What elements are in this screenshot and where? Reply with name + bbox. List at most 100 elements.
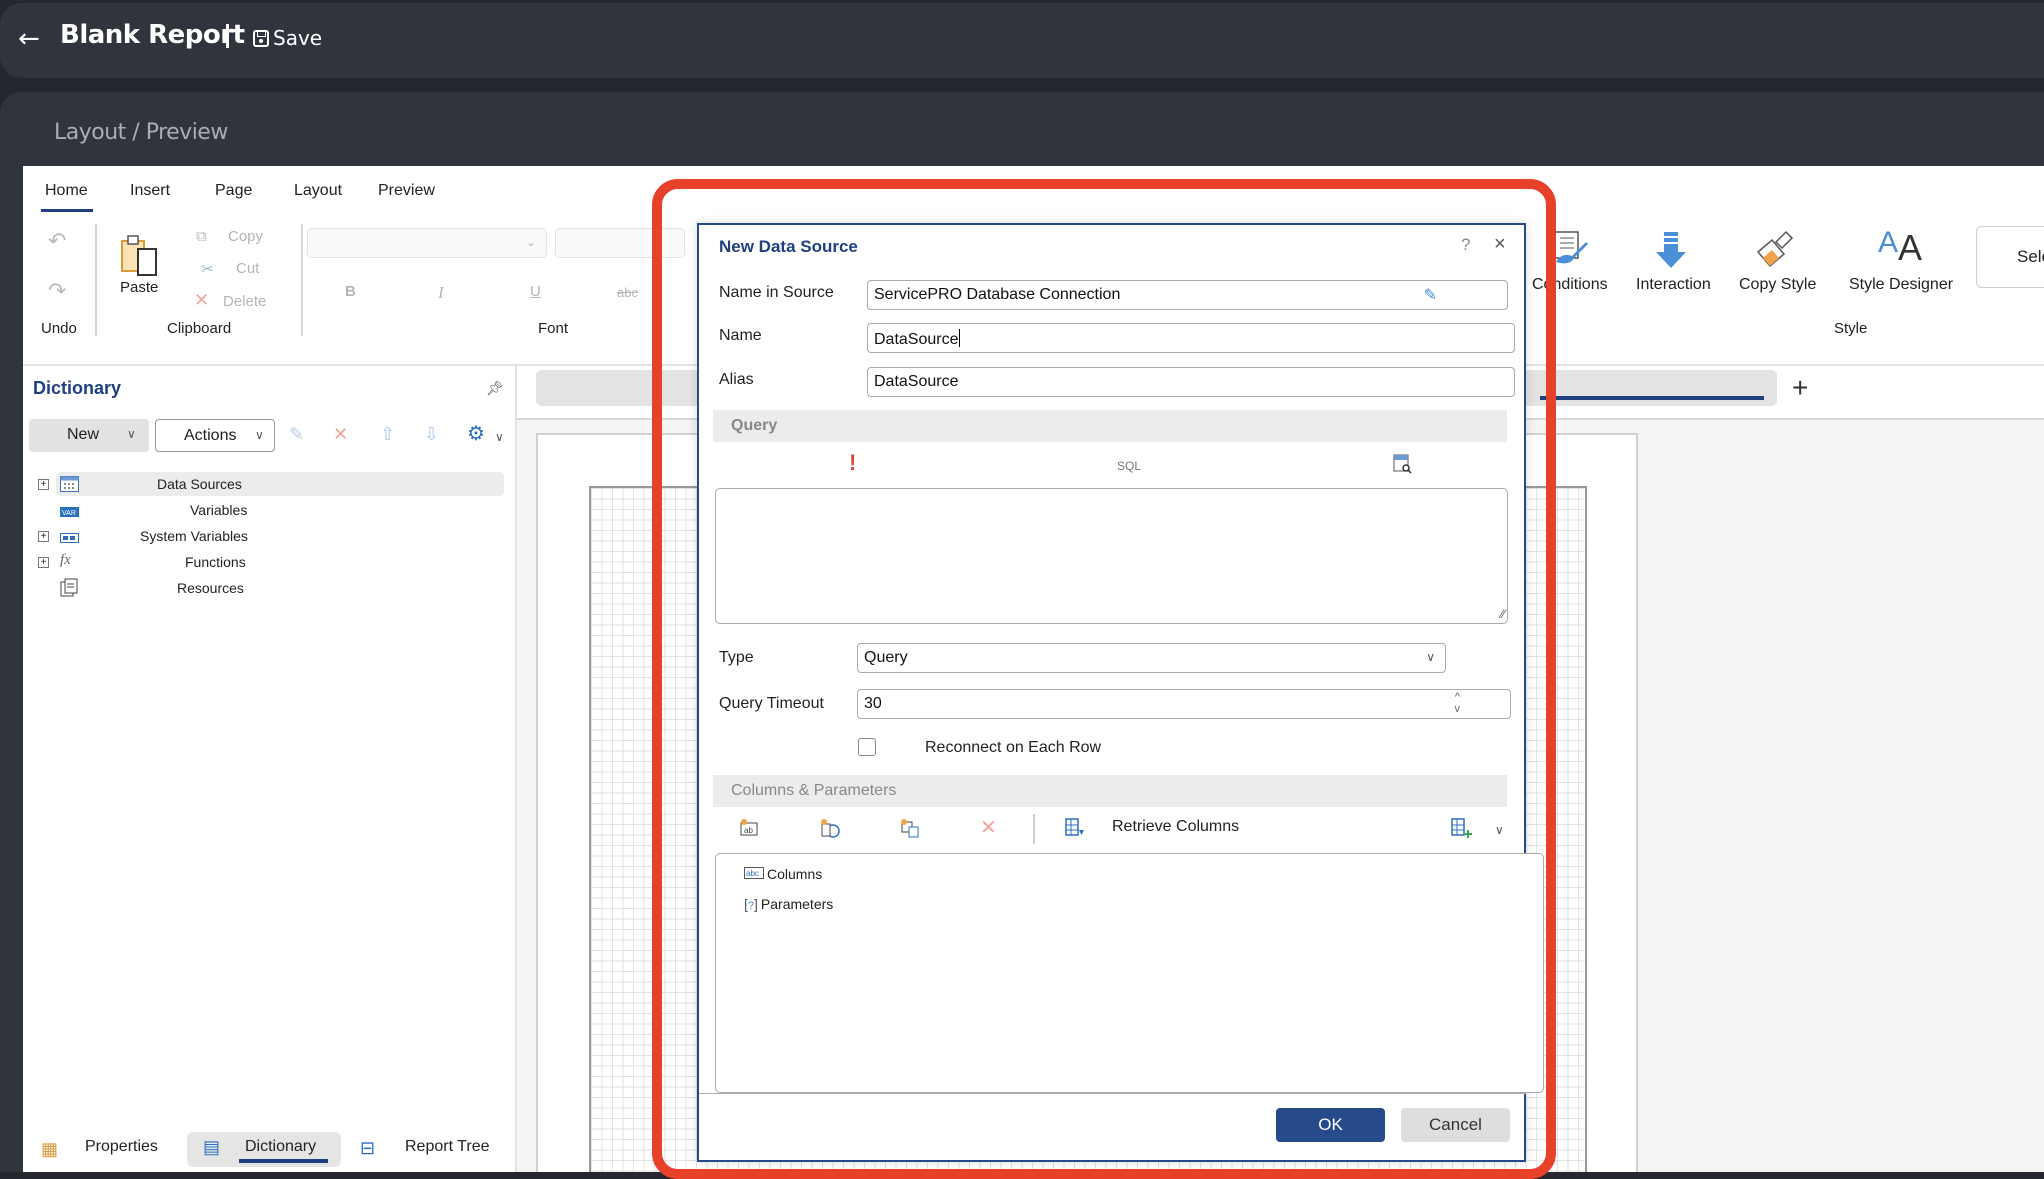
undo-icon[interactable]: ↶ (48, 228, 66, 254)
tab-page[interactable]: Page (215, 182, 252, 200)
paste-button[interactable]: Paste (120, 279, 158, 296)
chevron-down-icon: ∨ (255, 428, 264, 442)
underline-button[interactable]: U (530, 283, 541, 300)
save-button[interactable]: Save (253, 26, 322, 50)
chevron-down-icon[interactable]: ∨ (1495, 823, 1504, 837)
settings-gear-icon[interactable]: ⚙ (467, 421, 485, 446)
redo-icon[interactable]: ↷ (48, 278, 66, 304)
columns-label: Columns (767, 866, 823, 882)
expand-icon[interactable]: + (38, 479, 49, 490)
cancel-button[interactable]: Cancel (1401, 1108, 1510, 1142)
conditions-icon (1550, 228, 1590, 268)
tab-insert[interactable]: Insert (130, 182, 170, 200)
select-button[interactable]: Sele (1976, 226, 2044, 288)
font-family-select[interactable]: ⌄ (307, 228, 547, 258)
delete-icon[interactable]: ✕ (333, 424, 348, 445)
dialog-footer-divider (699, 1093, 1526, 1094)
style-designer-icon: AA (1878, 226, 1923, 268)
italic-button[interactable]: I (438, 283, 444, 303)
bold-button[interactable]: B (345, 283, 356, 300)
bottom-tab-properties[interactable]: Properties (85, 1138, 158, 1156)
bottom-tab-report-tree[interactable]: Report Tree (405, 1138, 489, 1156)
reconnect-checkbox[interactable] (858, 738, 876, 756)
font-group-label: Font (538, 320, 569, 337)
copy-style-button[interactable]: Copy Style (1739, 276, 1816, 294)
tab-layout[interactable]: Layout (294, 182, 342, 200)
interaction-button[interactable]: Interaction (1636, 276, 1711, 294)
functions-icon: fx (60, 552, 71, 568)
retrieve-columns-icon[interactable] (1065, 818, 1085, 843)
ok-button[interactable]: OK (1276, 1108, 1385, 1142)
expand-icon[interactable]: + (38, 557, 49, 568)
style-group-label: Style (1834, 320, 1868, 337)
copy-icon: ⧉ (196, 228, 207, 245)
resize-handle-icon[interactable]: ⁄⁄ (1501, 607, 1505, 621)
query-section-header: Query (713, 410, 1507, 442)
paste-icon[interactable] (120, 233, 160, 277)
resources-icon (60, 578, 79, 597)
run-query-icon[interactable]: ! (849, 450, 856, 476)
new-dropdown-button[interactable]: New ∨ (29, 419, 149, 452)
pin-icon[interactable]: 📌︎ (486, 380, 504, 397)
back-arrow-icon[interactable]: ← (18, 26, 44, 52)
new-column-icon[interactable]: ab (739, 818, 759, 841)
tree-item-data-sources[interactable]: Data Sources (157, 476, 242, 492)
type-label: Type (719, 649, 754, 666)
cut-button[interactable]: Cut (236, 260, 259, 277)
edit-pencil-icon[interactable]: ✎ (1424, 285, 1437, 305)
report-title: Blank Report (60, 20, 245, 50)
add-table-icon[interactable] (1451, 818, 1473, 843)
chevron-down-icon: ⌄ (525, 235, 536, 249)
expand-icon[interactable]: + (38, 531, 49, 542)
columns-section-title: Columns & Parameters (731, 782, 897, 799)
alias-label: Alias (719, 371, 754, 388)
query-preview-icon[interactable] (1393, 454, 1413, 479)
query-text-area[interactable]: ⁄⁄ (715, 488, 1508, 624)
increment-icon[interactable]: ^ (1455, 692, 1460, 703)
copy-button[interactable]: Copy (228, 228, 263, 245)
edit-icon[interactable]: ✎ (289, 424, 304, 445)
svg-text:VAR: VAR (62, 510, 76, 517)
sql-button[interactable]: SQL (1117, 459, 1141, 473)
font-size-select[interactable] (555, 228, 685, 258)
move-up-icon[interactable]: ⇧ (380, 424, 395, 445)
tab-home[interactable]: Home (45, 182, 88, 200)
help-icon[interactable]: ? (1461, 235, 1470, 255)
chevron-down-icon[interactable]: ∨ (495, 430, 504, 444)
decrement-icon[interactable]: v (1455, 704, 1461, 715)
move-down-icon[interactable]: ⇩ (424, 424, 439, 445)
tree-item-functions[interactable]: Functions (185, 554, 246, 570)
cut-icon: ✂ (201, 261, 214, 278)
system-variables-icon (60, 530, 79, 543)
section-title-preview: Preview (145, 120, 229, 145)
bottom-tab-dictionary[interactable]: Dictionary (245, 1138, 316, 1156)
tab-preview[interactable]: Preview (378, 182, 435, 200)
new-parameter-icon[interactable] (899, 818, 921, 843)
delete-icon[interactable]: ✕ (980, 815, 997, 840)
type-select[interactable]: Query ∨ (857, 643, 1446, 673)
add-page-button[interactable]: + (1792, 372, 1808, 404)
new-calculated-column-icon[interactable] (819, 818, 841, 843)
alias-field[interactable]: DataSource (867, 367, 1515, 397)
delete-button[interactable]: Delete (223, 293, 266, 310)
tree-item-variables[interactable]: Variables (190, 502, 247, 518)
tree-item-parameters[interactable]: [?] Parameters (744, 896, 833, 912)
parameters-label: Parameters (760, 896, 834, 912)
actions-dropdown-button[interactable]: Actions ∨ (155, 419, 275, 452)
retrieve-columns-button[interactable]: Retrieve Columns (1112, 818, 1239, 836)
columns-icon: abc (744, 866, 764, 882)
query-timeout-field[interactable]: 30 ^ v (857, 689, 1511, 719)
name-in-source-field[interactable]: ServicePRO Database Connection ✎ (867, 280, 1508, 310)
tree-item-columns[interactable]: abc Columns (744, 866, 822, 882)
tree-item-resources[interactable]: Resources (177, 580, 244, 596)
name-field[interactable]: DataSource (867, 323, 1515, 353)
title-separator (226, 24, 229, 48)
undo-group-label: Undo (41, 320, 77, 337)
style-designer-button[interactable]: Style Designer (1849, 276, 1953, 294)
ribbon-separator (301, 224, 303, 336)
conditions-button[interactable]: Conditions (1532, 276, 1608, 294)
name-value: DataSource (874, 331, 959, 348)
close-icon[interactable]: × (1494, 233, 1506, 256)
tree-item-system-variables[interactable]: System Variables (140, 528, 248, 544)
strikethrough-button[interactable]: abc (617, 285, 638, 300)
